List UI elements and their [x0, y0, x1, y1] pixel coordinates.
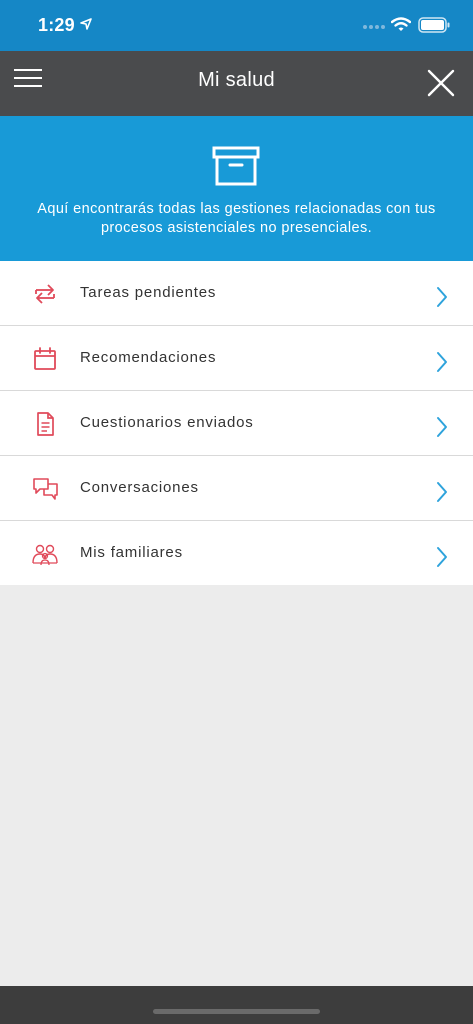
family-icon — [32, 544, 58, 566]
list-item-mis-familiares[interactable]: Mis familiares — [0, 521, 473, 585]
chevron-right-icon — [437, 482, 447, 502]
chevron-right-icon — [437, 287, 447, 307]
battery-icon — [418, 17, 450, 33]
cellular-signal-icon — [363, 25, 385, 29]
bottom-bar — [0, 986, 473, 1024]
home-indicator[interactable] — [153, 1009, 320, 1014]
list-item-cuestionarios-enviados[interactable]: Cuestionarios enviados — [0, 391, 473, 456]
list-item-tareas-pendientes[interactable]: Tareas pendientes — [0, 261, 473, 326]
hero-banner: Aquí encontrarás todas las gestiones rel… — [0, 116, 473, 261]
list-item-conversaciones[interactable]: Conversaciones — [0, 456, 473, 521]
page-title: Mi salud — [198, 69, 275, 91]
document-icon — [37, 412, 54, 436]
nav-bar: Mi salud — [0, 51, 473, 116]
chat-bubbles-icon — [33, 478, 58, 500]
list-item-label: Conversaciones — [80, 479, 199, 496]
list-item-label: Cuestionarios enviados — [80, 414, 254, 431]
chevron-right-icon — [437, 417, 447, 437]
list-item-recomendaciones[interactable]: Recomendaciones — [0, 326, 473, 391]
chevron-right-icon — [437, 352, 447, 372]
location-arrow-icon — [80, 18, 92, 30]
repeat-arrows-icon — [35, 284, 55, 304]
calendar-icon — [34, 347, 56, 370]
menu-list: Tareas pendientes Recomendaciones Cuesti… — [0, 261, 473, 585]
list-item-label: Mis familiares — [80, 544, 183, 561]
status-time: 1:29 — [38, 15, 75, 35]
chevron-right-icon — [437, 547, 447, 567]
list-item-label: Recomendaciones — [80, 349, 217, 366]
close-icon[interactable] — [426, 68, 456, 98]
archive-box-icon — [212, 146, 260, 186]
hero-description: Aquí encontrarás todas las gestiones rel… — [37, 201, 436, 236]
list-item-label: Tareas pendientes — [80, 284, 217, 301]
wifi-icon — [391, 17, 411, 31]
status-bar: 1:29 — [0, 0, 473, 51]
